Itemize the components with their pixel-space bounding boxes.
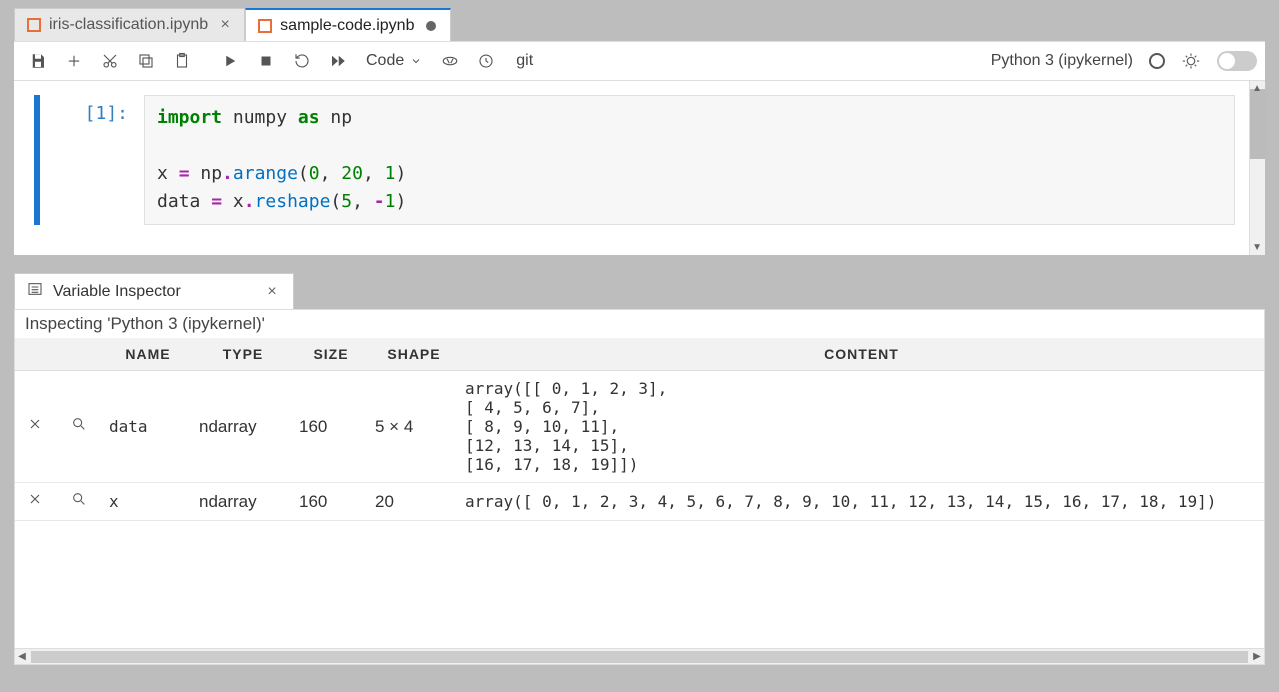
stop-icon[interactable] — [250, 45, 282, 77]
hscroll-thumb[interactable] — [31, 651, 1248, 663]
code-editor[interactable]: import numpy as np x = np.arange(0, 20, … — [144, 95, 1235, 225]
notebook-panel: iris-classification.ipynb × sample-code.ip… — [0, 0, 1279, 255]
delete-variable-icon[interactable] — [27, 492, 43, 511]
cell-type-select[interactable]: Code — [358, 52, 430, 70]
cell-type-label: Code — [366, 52, 404, 70]
vertical-scrollbar[interactable]: ▲ ▼ — [1249, 81, 1265, 255]
variable-table: NAME TYPE SIZE SHAPE CONTENT datandarray… — [15, 338, 1264, 521]
scroll-left-icon[interactable]: ◀ — [15, 651, 29, 662]
run-icon[interactable] — [214, 45, 246, 77]
code-cell[interactable]: [1]: import numpy as np x = np.arange(0,… — [34, 95, 1235, 225]
notebook-body: [1]: import numpy as np x = np.arange(0,… — [14, 81, 1265, 255]
delete-variable-icon[interactable] — [27, 417, 43, 436]
var-shape: 5 × 4 — [369, 371, 459, 483]
var-size: 160 — [293, 483, 369, 521]
inspector-body: Inspecting 'Python 3 (ipykernel)' NAME T… — [14, 309, 1265, 665]
col-content[interactable]: CONTENT — [459, 338, 1264, 371]
notebook-icon — [27, 18, 41, 32]
file-tabs: iris-classification.ipynb × sample-code.ip… — [0, 8, 1279, 41]
toggle-switch[interactable] — [1217, 51, 1257, 71]
var-type: ndarray — [193, 483, 293, 521]
paste-icon[interactable] — [166, 45, 198, 77]
close-icon[interactable]: × — [216, 16, 234, 34]
kernel-name[interactable]: Python 3 (ipykernel) — [991, 52, 1139, 70]
col-size[interactable]: SIZE — [293, 338, 369, 371]
var-content: array([[ 0, 1, 2, 3], [ 4, 5, 6, 7], [ 8… — [459, 371, 1264, 483]
inspector-tab-label: Variable Inspector — [53, 283, 253, 301]
var-name: x — [103, 483, 193, 521]
save-icon[interactable] — [22, 45, 54, 77]
file-tab-0[interactable]: iris-classification.ipynb × — [14, 8, 245, 41]
tab-label: sample-code.ipynb — [280, 17, 414, 35]
close-icon[interactable]: × — [263, 283, 281, 301]
inspect-variable-icon[interactable] — [71, 417, 87, 436]
add-cell-icon[interactable] — [58, 45, 90, 77]
scroll-up-icon[interactable]: ▲ — [1252, 83, 1262, 94]
scroll-thumb[interactable] — [1250, 89, 1265, 159]
notebook-toolbar: Code git Python 3 (ipykernel) — [14, 41, 1265, 81]
cut-icon[interactable] — [94, 45, 126, 77]
table-row: datandarray1605 × 4array([[ 0, 1, 2, 3],… — [15, 371, 1264, 483]
inspector-tabs: Variable Inspector × — [0, 273, 1279, 309]
col-name[interactable]: NAME — [103, 338, 193, 371]
tab-label: iris-classification.ipynb — [49, 16, 208, 34]
chevron-down-icon — [410, 55, 422, 67]
horizontal-scrollbar[interactable]: ◀ ▶ — [15, 648, 1264, 664]
render-icon[interactable] — [434, 45, 466, 77]
list-icon — [27, 281, 43, 302]
var-content: array([ 0, 1, 2, 3, 4, 5, 6, 7, 8, 9, 10… — [459, 483, 1264, 521]
clock-icon[interactable] — [470, 45, 502, 77]
restart-icon[interactable] — [286, 45, 318, 77]
run-all-icon[interactable] — [322, 45, 354, 77]
var-name: data — [103, 371, 193, 483]
copy-icon[interactable] — [130, 45, 162, 77]
notebook-icon — [258, 19, 272, 33]
table-header-row: NAME TYPE SIZE SHAPE CONTENT — [15, 338, 1264, 371]
cell-select-bar[interactable] — [34, 95, 40, 225]
col-shape[interactable]: SHAPE — [369, 338, 459, 371]
var-type: ndarray — [193, 371, 293, 483]
table-row: xndarray16020array([ 0, 1, 2, 3, 4, 5, 6… — [15, 483, 1264, 521]
col-type[interactable]: TYPE — [193, 338, 293, 371]
inspect-variable-icon[interactable] — [71, 492, 87, 511]
file-tab-1[interactable]: sample-code.ipynb — [245, 8, 451, 41]
var-size: 160 — [293, 371, 369, 483]
cell-prompt: [1]: — [50, 95, 144, 225]
dirty-indicator-icon — [426, 21, 436, 31]
scroll-right-icon[interactable]: ▶ — [1250, 651, 1264, 662]
debug-icon[interactable] — [1175, 45, 1207, 77]
kernel-status-idle-icon[interactable] — [1149, 53, 1165, 69]
inspector-caption: Inspecting 'Python 3 (ipykernel)' — [15, 310, 1264, 338]
git-label[interactable]: git — [506, 52, 543, 70]
variable-inspector-panel: Variable Inspector × Inspecting 'Python … — [0, 273, 1279, 665]
scroll-down-icon[interactable]: ▼ — [1252, 242, 1262, 253]
tab-variable-inspector[interactable]: Variable Inspector × — [14, 273, 294, 309]
var-shape: 20 — [369, 483, 459, 521]
